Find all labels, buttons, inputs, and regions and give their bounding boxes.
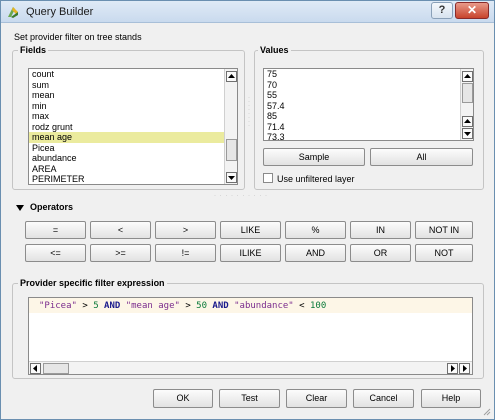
close-icon[interactable]: ✕: [455, 2, 489, 19]
expression-hscroll-thumb[interactable]: [43, 363, 69, 374]
expression-token: 100: [309, 301, 327, 311]
values-group: Values 75 70 55 57.4 85 71.4 73.3 Sample All U…: [254, 45, 484, 190]
values-scrollbar[interactable]: [460, 69, 473, 140]
list-item[interactable]: PERIMETER: [29, 174, 237, 184]
op-in-button[interactable]: IN: [350, 221, 411, 239]
list-item[interactable]: Picea: [29, 143, 237, 154]
list-item[interactable]: sum: [29, 80, 237, 91]
triangle-down-icon[interactable]: [16, 204, 24, 212]
list-item[interactable]: 85: [264, 111, 473, 122]
expression-editor[interactable]: "Picea" > 5 AND "mean age" > 50 AND "abu…: [28, 297, 473, 375]
expression-token: AND: [98, 301, 126, 311]
unfiltered-checkbox[interactable]: [263, 173, 273, 183]
scroll-up-icon[interactable]: [226, 71, 237, 82]
values-list[interactable]: 75 70 55 57.4 85 71.4 73.3: [263, 68, 474, 141]
expression-text[interactable]: "Picea" > 5 AND "mean age" > 50 AND "abu…: [39, 301, 326, 311]
op-percent-button[interactable]: %: [285, 221, 346, 239]
op-greater-than-button[interactable]: >: [155, 221, 216, 239]
scroll-down-icon[interactable]: [462, 128, 473, 139]
expression-token: "abundance": [234, 301, 294, 311]
list-item[interactable]: max: [29, 111, 237, 122]
resize-grip-icon[interactable]: [481, 406, 491, 416]
expression-token: "Picea": [39, 301, 77, 311]
scroll-right-icon[interactable]: [459, 363, 470, 374]
op-and-button[interactable]: AND: [285, 244, 346, 262]
horizontal-splitter[interactable]: · · · · · · · · · ·: [214, 193, 268, 199]
window-title: Query Builder: [26, 6, 94, 18]
clear-button[interactable]: Clear: [286, 389, 347, 408]
help-button[interactable]: Help: [421, 389, 481, 408]
list-item[interactable]: 73.3: [264, 132, 473, 140]
expression-token: AND: [207, 301, 235, 311]
expression-hscrollbar[interactable]: [29, 361, 472, 374]
test-button[interactable]: Test: [219, 389, 280, 408]
scroll-down-icon[interactable]: [226, 172, 237, 183]
op-equals-button[interactable]: =: [25, 221, 86, 239]
list-item[interactable]: 55: [264, 90, 473, 101]
qgis-icon: [8, 7, 18, 18]
op-ilike-button[interactable]: ILIKE: [220, 244, 281, 262]
fields-list[interactable]: count sum mean min max rodz grunt mean age Pice…: [28, 68, 238, 185]
help-icon[interactable]: ?: [431, 2, 453, 19]
values-scroll-thumb[interactable]: [462, 83, 473, 103]
op-not-button[interactable]: NOT: [415, 244, 473, 262]
list-item[interactable]: count: [29, 69, 237, 80]
expression-token: >: [76, 301, 94, 311]
op-less-than-button[interactable]: <: [90, 221, 151, 239]
title-bar: Query Builder ? ✕: [1, 1, 494, 23]
op-like-button[interactable]: LIKE: [220, 221, 281, 239]
expression-token: >: [179, 301, 197, 311]
fields-items: count sum mean min max rodz grunt mean age Pice…: [29, 69, 237, 184]
scroll-up-icon[interactable]: [462, 116, 473, 127]
list-item[interactable]: mean: [29, 90, 237, 101]
sample-button[interactable]: Sample: [263, 148, 365, 166]
op-less-equal-button[interactable]: <=: [25, 244, 86, 262]
op-greater-equal-button[interactable]: >=: [90, 244, 151, 262]
list-item[interactable]: AREA: [29, 164, 237, 175]
op-or-button[interactable]: OR: [350, 244, 411, 262]
values-title: Values: [258, 45, 291, 55]
description-label: Set provider filter on tree stands: [14, 32, 142, 42]
list-item[interactable]: 71.4: [264, 122, 473, 133]
unfiltered-label: Use unfiltered layer: [277, 174, 355, 184]
list-item[interactable]: 75: [264, 69, 473, 80]
expression-title: Provider specific filter expression: [18, 278, 167, 288]
vertical-splitter[interactable]: · · · · · · · ·: [248, 95, 252, 129]
cancel-button[interactable]: Cancel: [353, 389, 414, 408]
scroll-right-icon[interactable]: [447, 363, 458, 374]
operators-title: Operators: [30, 202, 74, 212]
list-item[interactable]: 57.4: [264, 101, 473, 112]
expression-token: "mean age": [125, 301, 180, 311]
fields-scroll-thumb[interactable]: [226, 139, 237, 161]
list-item[interactable]: abundance: [29, 153, 237, 164]
expression-token: <: [293, 301, 310, 311]
list-item[interactable]: 70: [264, 80, 473, 91]
values-items: 75 70 55 57.4 85 71.4 73.3: [264, 69, 473, 140]
fields-scrollbar[interactable]: [224, 69, 237, 184]
op-not-equal-button[interactable]: !=: [155, 244, 216, 262]
expression-group: Provider specific filter expression "Pic…: [12, 278, 484, 379]
list-item[interactable]: min: [29, 101, 237, 112]
fields-group: Fields count sum mean min max rodz grunt mean …: [12, 45, 245, 190]
query-builder-window: Query Builder ? ✕ Set provider filter on…: [0, 0, 495, 420]
expression-token: 50: [196, 301, 208, 311]
scroll-left-icon[interactable]: [30, 363, 41, 374]
scroll-up-icon[interactable]: [462, 71, 473, 82]
op-not-in-button[interactable]: NOT IN: [415, 221, 473, 239]
fields-title: Fields: [18, 45, 49, 55]
ok-button[interactable]: OK: [153, 389, 213, 408]
list-item[interactable]: rodz grunt: [29, 122, 237, 133]
list-item[interactable]: mean age: [29, 132, 237, 143]
all-button[interactable]: All: [370, 148, 473, 166]
